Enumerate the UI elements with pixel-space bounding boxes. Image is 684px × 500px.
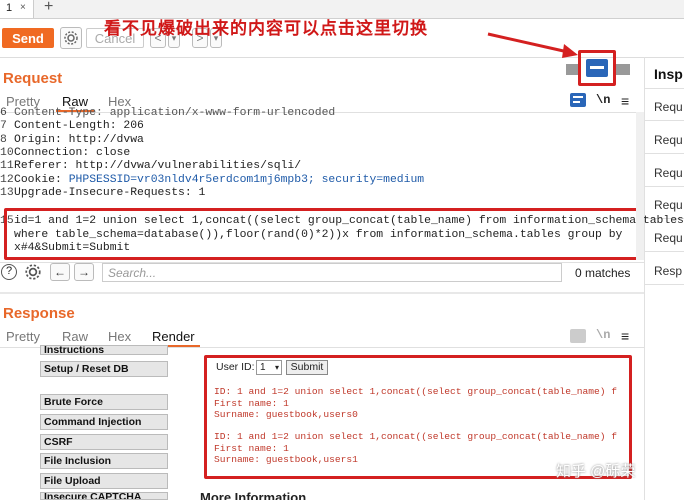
inspector-item[interactable]: Requ — [654, 100, 683, 114]
code-line: Connection: close — [14, 147, 131, 159]
payload-highlight-box — [4, 208, 640, 260]
dvwa-menu-item[interactable]: Setup / Reset DB — [40, 361, 168, 377]
tab-pretty[interactable]: Pretty — [6, 329, 40, 344]
watermark: 知乎 @砾荣 — [556, 463, 636, 480]
search-placeholder: Search... — [108, 266, 157, 280]
add-tab-icon[interactable]: + — [44, 0, 53, 16]
line-number: 7 — [0, 120, 7, 132]
line-number: 13 — [0, 187, 14, 199]
close-icon[interactable]: × — [20, 0, 26, 16]
layout-stacked-icon[interactable] — [586, 59, 608, 77]
dvwa-menu-item[interactable]: File Inclusion — [40, 453, 168, 469]
gear-icon[interactable] — [24, 263, 42, 284]
panel-divider[interactable] — [644, 57, 645, 500]
dvwa-menu-item[interactable]: Insecure CAPTCHA — [40, 492, 168, 500]
dvwa-menu-item[interactable]: File Upload — [40, 473, 168, 489]
annotation-text: 看不见爆破出来的内容可以点击这里切换 — [104, 19, 428, 39]
annotation-arrow — [487, 32, 578, 58]
match-count: 0 matches — [575, 266, 631, 280]
cookie-key: Cookie: — [14, 174, 69, 186]
tab-label: 1 — [6, 2, 13, 14]
tab-1[interactable]: 1 × — [0, 0, 34, 18]
search-input[interactable]: Search... — [102, 263, 562, 282]
tab-raw[interactable]: Raw — [62, 329, 88, 344]
inspector-item[interactable]: Requ — [654, 231, 683, 245]
code-line: Referer: http://dvwa/vulnerabilities/sql… — [14, 160, 302, 172]
code-line: Content-Length: 206 — [14, 120, 144, 132]
request-title: Request — [3, 70, 63, 87]
newline-toggle[interactable]: \n — [596, 328, 610, 342]
next-match-icon[interactable]: → — [74, 263, 94, 281]
more-info-heading: More Information — [200, 491, 307, 500]
help-icon[interactable]: ? — [1, 264, 17, 280]
response-title: Response — [3, 305, 75, 322]
line-number: 11 — [0, 160, 14, 172]
line-number: 10 — [0, 147, 14, 159]
code-line: Upgrade-Insecure-Requests: 1 — [14, 187, 206, 199]
dvwa-menu-item[interactable]: Brute Force — [40, 394, 168, 410]
newline-toggle[interactable]: \n — [596, 93, 610, 107]
menu-icon[interactable]: ≡ — [621, 328, 629, 344]
tab-hex[interactable]: Hex — [108, 329, 131, 344]
code-line: Content-Type: application/x-www-form-url… — [14, 107, 336, 119]
menu-icon[interactable]: ≡ — [621, 93, 629, 109]
cookie-value: PHPSESSID=vr03nldv4r5erdcom1mj6mpb3; sec… — [68, 174, 425, 186]
inspector-item[interactable]: Requ — [654, 198, 683, 212]
prev-match-icon[interactable]: ← — [50, 263, 70, 281]
tab-render[interactable]: Render — [152, 329, 195, 344]
layout-tabs-icon[interactable] — [616, 64, 630, 75]
inspector-item[interactable]: Requ — [654, 133, 683, 147]
scrollbar[interactable] — [636, 112, 644, 260]
gear-icon[interactable] — [60, 27, 82, 49]
code-line: Origin: http://dvwa — [14, 134, 144, 146]
dvwa-menu-item[interactable]: Instructions — [40, 345, 168, 355]
pretty-print-icon[interactable] — [570, 93, 586, 107]
dvwa-menu-item[interactable]: Command Injection — [40, 414, 168, 430]
inspector-item[interactable]: Resp — [654, 264, 682, 278]
inspector-title: Insp — [654, 66, 683, 82]
send-button[interactable]: Send — [2, 28, 54, 48]
dvwa-menu-item[interactable]: CSRF — [40, 434, 168, 450]
code-line: Cookie: PHPSESSID=vr03nldv4r5erdcom1mj6m… — [14, 174, 424, 186]
line-number: 6 — [0, 107, 7, 119]
inspector-item[interactable]: Requ — [654, 166, 683, 180]
pretty-print-icon[interactable] — [570, 329, 586, 343]
line-number: 8 — [0, 134, 7, 146]
line-number: 12 — [0, 174, 14, 186]
